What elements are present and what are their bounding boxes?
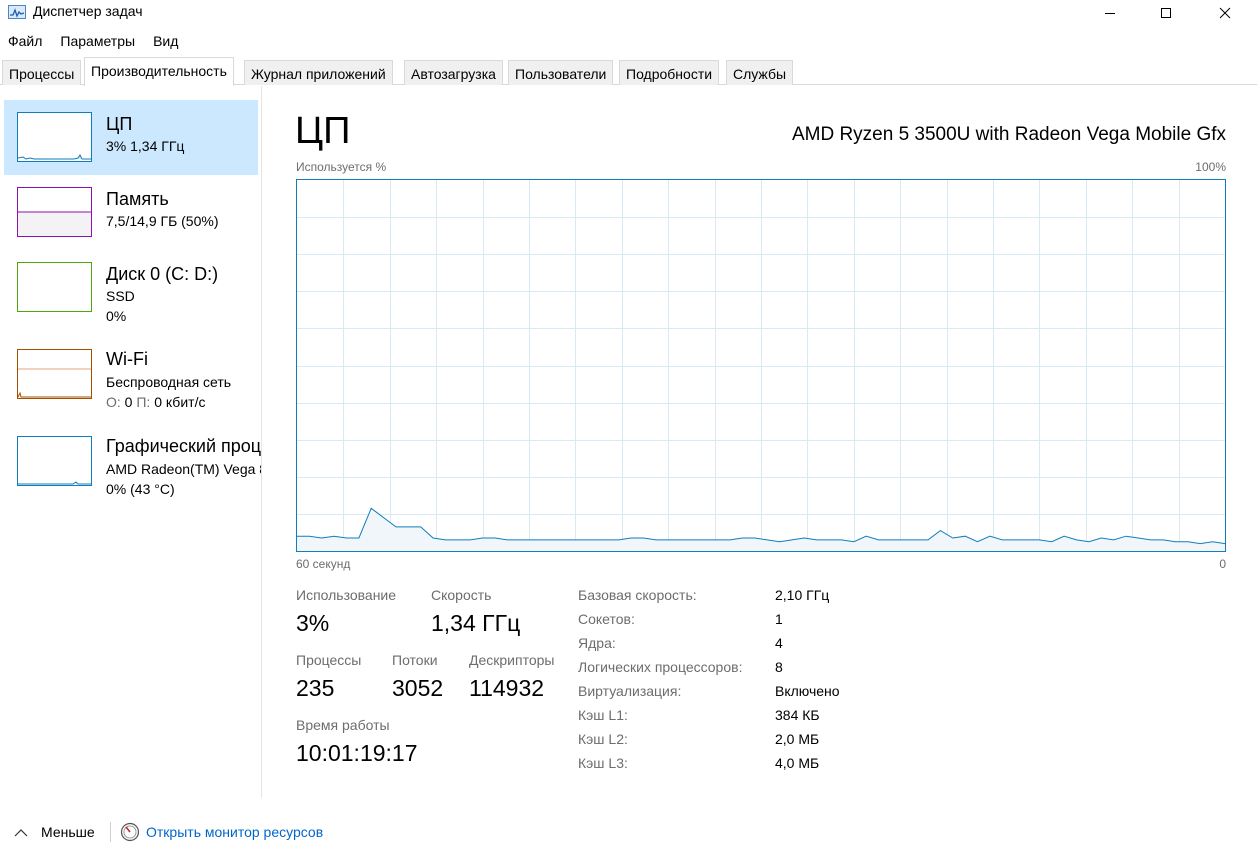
- graph-x-label: 60 секунд: [296, 557, 351, 571]
- maximize-button[interactable]: [1143, 0, 1189, 26]
- disk-thumbnail-graph: [17, 262, 92, 312]
- graph-x-min: 0: [1219, 557, 1226, 571]
- spec-value-l2-cache: 2,0 МБ: [775, 731, 820, 747]
- processes-value: 235: [296, 675, 335, 701]
- spec-value-cores: 4: [775, 635, 783, 651]
- sidebar-item-usage: 0%: [106, 308, 127, 324]
- spec-label-logical-processors: Логических процессоров:: [578, 659, 743, 675]
- maximize-icon: [1161, 8, 1171, 18]
- spec-label-l2-cache: Кэш L2:: [578, 731, 628, 747]
- threads-value: 3052: [392, 675, 444, 701]
- sidebar-item-detail: AMD Radeon(TM) Vega 8 Graphics: [106, 461, 261, 477]
- sidebar-item-title: Диск 0 (C: D:): [106, 264, 219, 284]
- sidebar-item-usage: 0% (43 °C): [106, 481, 175, 497]
- menu-bar: Файл Параметры Вид: [0, 31, 188, 53]
- uptime-label: Время работы: [296, 717, 390, 733]
- minimize-icon: [1105, 13, 1115, 14]
- spec-label-cores: Ядра:: [578, 635, 616, 651]
- sidebar-item-throughput: О: 0 П: 0 кбит/с: [106, 394, 205, 410]
- menu-options[interactable]: Параметры: [60, 31, 135, 53]
- wifi-thumbnail-graph: [17, 349, 92, 399]
- tab-bar: Процессы Производительность Журнал прило…: [0, 57, 1257, 86]
- resource-monitor-icon: [120, 822, 140, 842]
- speed-label: Скорость: [431, 587, 492, 603]
- sidebar-item-detail: SSD: [106, 288, 135, 304]
- handles-value: 114932: [469, 675, 545, 701]
- tab-services[interactable]: Службы: [726, 60, 794, 85]
- sidebar-item-title: ЦП: [106, 114, 133, 134]
- sidebar-item-gpu[interactable]: Графический процессор 0 AMD Radeon(TM) V…: [4, 424, 261, 499]
- sidebar-item-detail: 7,5/14,9 ГБ (50%): [106, 213, 219, 229]
- spec-value-logical-processors: 8: [775, 659, 783, 675]
- spec-label-base-speed: Базовая скорость:: [578, 587, 697, 603]
- open-resource-monitor-label: Открыть монитор ресурсов: [146, 824, 324, 840]
- open-resource-monitor-link[interactable]: Открыть монитор ресурсов: [120, 822, 323, 842]
- send-value: 0: [124, 394, 133, 410]
- tab-users[interactable]: Пользователи: [508, 60, 614, 85]
- cpu-model-name: AMD Ryzen 5 3500U with Radeon Vega Mobil…: [791, 124, 1226, 145]
- usage-value: 3%: [296, 610, 330, 636]
- task-manager-app-icon: [8, 5, 26, 19]
- spec-value-base-speed: 2,10 ГГц: [775, 587, 830, 603]
- cpu-thumbnail-graph: [17, 112, 92, 162]
- footer-bar: Меньше Открыть монитор ресурсов: [0, 816, 1257, 848]
- close-button[interactable]: [1202, 0, 1248, 26]
- spec-label-virtualization: Виртуализация:: [578, 683, 682, 699]
- cpu-usage-graph: [296, 179, 1226, 552]
- sidebar-item-title: Графический процессор 0: [106, 436, 261, 456]
- spec-value-l3-cache: 4,0 МБ: [775, 755, 820, 771]
- processes-label: Процессы: [296, 652, 362, 668]
- resource-sidebar: ЦП 3% 1,34 ГГц Память 7,5/14,9 ГБ (50%) …: [0, 86, 262, 798]
- chevron-up-icon: [14, 828, 28, 836]
- spec-value-l1-cache: 384 КБ: [775, 707, 820, 723]
- graph-y-max: 100%: [1195, 160, 1226, 174]
- sidebar-item-detail: 3% 1,34 ГГц: [106, 138, 185, 154]
- menu-view[interactable]: Вид: [153, 31, 178, 53]
- gpu-thumbnail-graph: [17, 436, 92, 486]
- speed-value: 1,34 ГГц: [431, 610, 521, 636]
- sidebar-item-detail: Беспроводная сеть: [106, 374, 232, 390]
- window-title: Диспетчер задач: [33, 3, 143, 19]
- spec-label-sockets: Сокетов:: [578, 611, 635, 627]
- send-label: О:: [106, 394, 121, 410]
- spec-label-l1-cache: Кэш L1:: [578, 707, 628, 723]
- sidebar-item-title: Память: [106, 189, 169, 209]
- tab-processes[interactable]: Процессы: [2, 60, 82, 85]
- uptime-value: 10:01:19:17: [296, 740, 418, 766]
- usage-label: Использование: [296, 587, 397, 603]
- cpu-usage-chart: [297, 180, 1225, 551]
- graph-y-label: Используется %: [296, 160, 387, 174]
- menu-file[interactable]: Файл: [8, 31, 42, 53]
- spec-label-l3-cache: Кэш L3:: [578, 755, 628, 771]
- memory-thumbnail-graph: [17, 187, 92, 237]
- fewer-details-label: Меньше: [41, 824, 95, 840]
- minimize-button[interactable]: [1087, 0, 1133, 26]
- receive-label: П:: [136, 394, 151, 410]
- threads-label: Потоки: [392, 652, 438, 668]
- fewer-details-button[interactable]: Меньше: [14, 824, 95, 840]
- sidebar-item-title: Wi-Fi: [106, 349, 148, 369]
- sidebar-item-memory[interactable]: Память 7,5/14,9 ГБ (50%): [4, 175, 258, 250]
- tab-app-history[interactable]: Журнал приложений: [244, 60, 393, 85]
- spec-value-virtualization: Включено: [775, 683, 840, 699]
- sidebar-item-disk[interactable]: Диск 0 (C: D:) SSD 0%: [4, 250, 258, 325]
- footer-divider: [110, 822, 111, 842]
- title-bar: Диспетчер задач: [0, 0, 1257, 26]
- handles-label: Дескрипторы: [469, 652, 555, 668]
- spec-value-sockets: 1: [775, 611, 783, 627]
- tab-startup[interactable]: Автозагрузка: [404, 60, 503, 85]
- page-title: ЦП: [295, 110, 351, 152]
- sidebar-item-cpu[interactable]: ЦП 3% 1,34 ГГц: [4, 100, 258, 175]
- receive-value: 0 кбит/с: [154, 394, 206, 410]
- sidebar-item-wifi[interactable]: Wi-Fi Беспроводная сеть О: 0 П: 0 кбит/с: [4, 337, 258, 412]
- tab-performance[interactable]: Производительность: [84, 57, 234, 86]
- cpu-detail-panel: ЦП AMD Ryzen 5 3500U with Radeon Vega Mo…: [263, 86, 1257, 798]
- close-icon: [1219, 7, 1231, 19]
- tab-details[interactable]: Подробности: [619, 60, 720, 85]
